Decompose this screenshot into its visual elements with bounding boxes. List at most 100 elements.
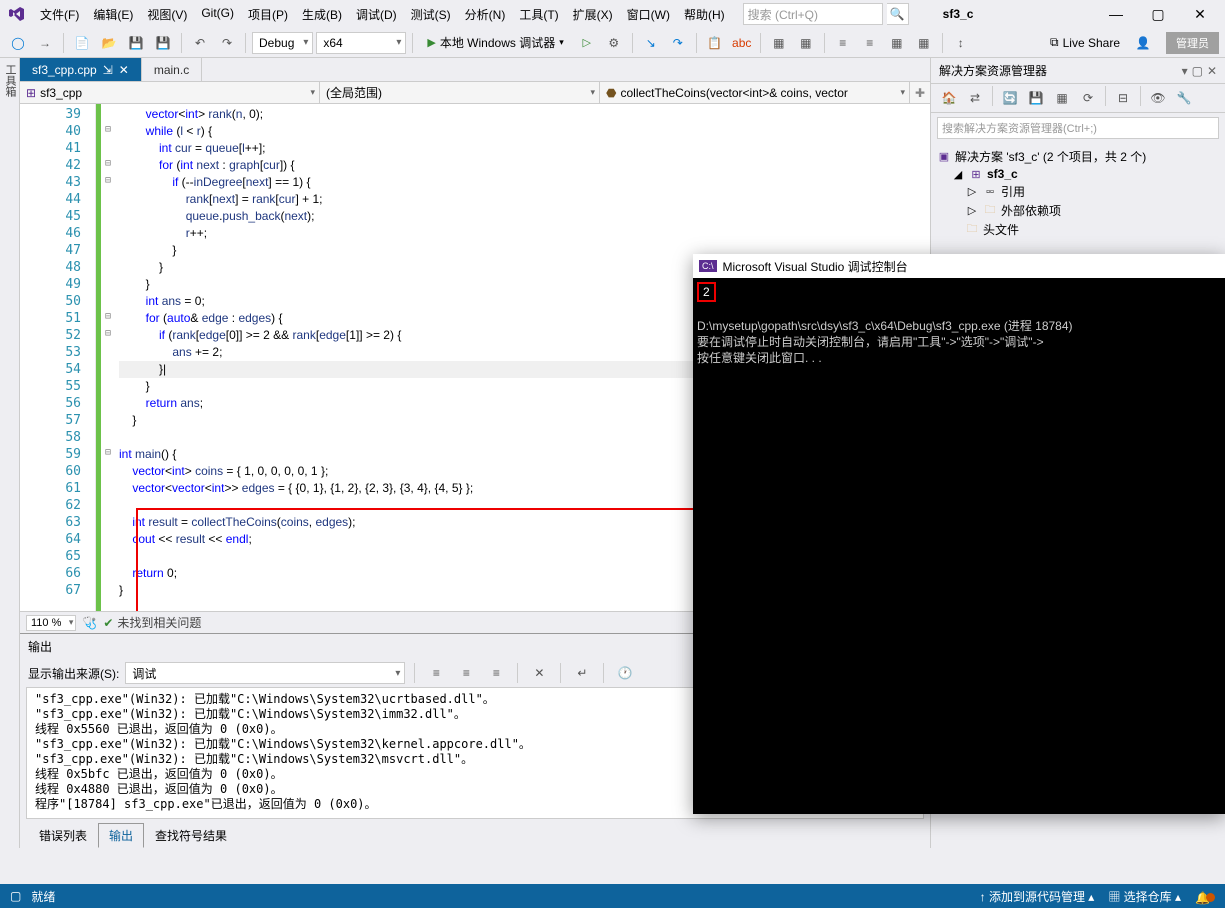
- new-file-icon[interactable]: 📄: [70, 31, 94, 55]
- out-clear-icon[interactable]: ✕: [527, 661, 551, 685]
- tree-label: sf3_c: [987, 167, 1018, 181]
- solution-tree[interactable]: ▣ 解决方案 'sf3_c' (2 个项目，共 2 个) ◢ ⊞ sf3_c ▷…: [931, 143, 1225, 243]
- zoom-combo[interactable]: 110 %: [26, 615, 76, 631]
- notification-icon[interactable]: 🔔: [1195, 887, 1215, 905]
- tab-close-icon[interactable]: ✕: [119, 63, 129, 77]
- out-icon-3[interactable]: ≡: [484, 661, 508, 685]
- split-icon[interactable]: ✚: [910, 82, 930, 103]
- tree-solution[interactable]: ▣ 解决方案 'sf3_c' (2 个项目，共 2 个): [937, 147, 1219, 166]
- tb-icon-1[interactable]: 📋: [703, 31, 727, 55]
- tree-headers[interactable]: 🗀 头文件: [937, 220, 1219, 239]
- nav-global[interactable]: (全局范围): [320, 82, 600, 103]
- sol-switch-icon[interactable]: ⇄: [963, 86, 987, 110]
- health-icon[interactable]: 🩺: [82, 616, 97, 630]
- close-button[interactable]: ✕: [1183, 2, 1217, 26]
- out-wrap-icon[interactable]: ↵: [570, 661, 594, 685]
- nav-scope[interactable]: ⊞ sf3_cpp: [20, 82, 320, 103]
- solution-toolbar: 🏠 ⇄ 🔄 💾 ▦ ⟳ ⊟ 👁 🔧: [931, 83, 1225, 113]
- tree-external[interactable]: ▷ 🗀 外部依赖项: [937, 201, 1219, 220]
- output-source-combo[interactable]: 调试: [125, 662, 405, 684]
- menu-analyze[interactable]: 分析(N): [459, 2, 512, 27]
- console-titlebar[interactable]: C:\ Microsoft Visual Studio 调试控制台: [693, 254, 1225, 278]
- expand-icon[interactable]: ▷: [965, 185, 979, 199]
- out-icon-1[interactable]: ≡: [424, 661, 448, 685]
- menu-debug[interactable]: 调试(D): [350, 2, 403, 27]
- repo-select[interactable]: ▦ 选择仓库 ▴: [1108, 888, 1181, 905]
- minimize-button[interactable]: —: [1099, 2, 1133, 26]
- open-icon[interactable]: 📂: [97, 31, 121, 55]
- tab-output[interactable]: 输出: [98, 823, 144, 848]
- tree-project[interactable]: ◢ ⊞ sf3_c: [937, 166, 1219, 182]
- close-panel-icon[interactable]: ✕: [1207, 64, 1217, 78]
- step-over-icon[interactable]: ↷: [666, 31, 690, 55]
- tb-icon-5[interactable]: ≡: [831, 31, 855, 55]
- save-icon[interactable]: 💾: [124, 31, 148, 55]
- sol-collapse-icon[interactable]: ⊟: [1111, 86, 1135, 110]
- fold-column[interactable]: ⊟ ⊟⊟ ⊟⊟ ⊟: [101, 104, 115, 611]
- sol-sync-icon[interactable]: 🔄: [998, 86, 1022, 110]
- tb-icon-7[interactable]: ▦: [885, 31, 909, 55]
- undo-icon[interactable]: ↶: [188, 31, 212, 55]
- tab-sf3cpp[interactable]: sf3_cpp.cpp ⇲ ✕: [20, 58, 142, 81]
- nav-back-icon[interactable]: ◯: [6, 31, 30, 55]
- menu-edit[interactable]: 编辑(E): [87, 2, 139, 27]
- sol-view-icon[interactable]: 👁: [1146, 86, 1170, 110]
- console-body[interactable]: 2 D:\mysetup\gopath\src\dsy\sf3_c\x64\De…: [693, 278, 1225, 370]
- pin-icon[interactable]: ▢: [1192, 64, 1203, 78]
- platform-combo[interactable]: x64: [316, 32, 406, 54]
- config-combo[interactable]: Debug: [252, 32, 313, 54]
- sol-save-icon[interactable]: 💾: [1024, 86, 1048, 110]
- sol-showall-icon[interactable]: ▦: [1050, 86, 1074, 110]
- menu-file[interactable]: 文件(F): [34, 2, 85, 27]
- search-button[interactable]: 🔍: [887, 3, 909, 25]
- nav-func[interactable]: ⬣ collectTheCoins(vector<int>& coins, ve…: [600, 82, 910, 103]
- expand-icon[interactable]: ▷: [965, 204, 979, 218]
- nav-fwd-icon[interactable]: →: [33, 31, 57, 55]
- tab-mainc[interactable]: main.c: [142, 58, 202, 81]
- menu-test[interactable]: 测试(S): [405, 2, 457, 27]
- pin-icon[interactable]: ⇲: [103, 63, 113, 77]
- debug-target-icon[interactable]: ⚙: [602, 31, 626, 55]
- tb-icon-8[interactable]: ▦: [912, 31, 936, 55]
- source-control[interactable]: ↑ 添加到源代码管理 ▴: [980, 888, 1095, 905]
- liveshare-button[interactable]: ⧉ Live Share: [1042, 35, 1128, 50]
- tb-icon-2[interactable]: abc: [730, 31, 754, 55]
- sol-props-icon[interactable]: 🔧: [1172, 86, 1196, 110]
- menu-tools[interactable]: 工具(T): [513, 2, 564, 27]
- out-icon-2[interactable]: ≡: [454, 661, 478, 685]
- output-source-label: 显示输出来源(S):: [28, 665, 119, 682]
- save-all-icon[interactable]: 💾: [151, 31, 175, 55]
- menu-build[interactable]: 生成(B): [296, 2, 348, 27]
- search-input[interactable]: 搜索 (Ctrl+Q): [743, 3, 883, 25]
- menu-help[interactable]: 帮助(H): [678, 2, 731, 27]
- liveshare-icon: ⧉: [1050, 35, 1059, 50]
- menu-git[interactable]: Git(G): [195, 2, 240, 27]
- sol-refresh-icon[interactable]: ⟳: [1076, 86, 1100, 110]
- dropdown-icon[interactable]: ▾: [1182, 64, 1188, 78]
- menu-project[interactable]: 项目(P): [242, 2, 294, 27]
- tb-icon-6[interactable]: ≡: [858, 31, 882, 55]
- out-clock-icon[interactable]: 🕐: [613, 661, 637, 685]
- toolbox-tab[interactable]: 工具箱: [0, 58, 20, 848]
- expand-icon[interactable]: ◢: [951, 167, 965, 181]
- solution-search[interactable]: 搜索解决方案资源管理器(Ctrl+;): [937, 117, 1219, 139]
- tb-icon-4[interactable]: ▦: [794, 31, 818, 55]
- tb-icon-9[interactable]: ↕: [949, 31, 973, 55]
- tab-errorlist[interactable]: 错误列表: [28, 823, 98, 848]
- tb-icon-3[interactable]: ▦: [767, 31, 791, 55]
- run-dropdown-icon[interactable]: ▾: [559, 37, 564, 48]
- sol-home-icon[interactable]: 🏠: [937, 86, 961, 110]
- menu-extensions[interactable]: 扩展(X): [567, 2, 619, 27]
- folder-icon: 🗀: [983, 204, 997, 218]
- tab-findsymbol[interactable]: 查找符号结果: [144, 823, 238, 848]
- menu-view[interactable]: 视图(V): [141, 2, 193, 27]
- redo-icon[interactable]: ↷: [215, 31, 239, 55]
- maximize-button[interactable]: ▢: [1141, 2, 1175, 26]
- account-icon[interactable]: 👤: [1131, 31, 1155, 55]
- step-into-icon[interactable]: ↘: [639, 31, 663, 55]
- tree-label: 外部依赖项: [1001, 202, 1061, 219]
- run-button[interactable]: ▶ 本地 Windows 调试器 ▾: [419, 31, 571, 54]
- play-nobuild-icon[interactable]: ▷: [575, 31, 599, 55]
- menu-window[interactable]: 窗口(W): [621, 2, 676, 27]
- tree-refs[interactable]: ▷ ▫▫ 引用: [937, 182, 1219, 201]
